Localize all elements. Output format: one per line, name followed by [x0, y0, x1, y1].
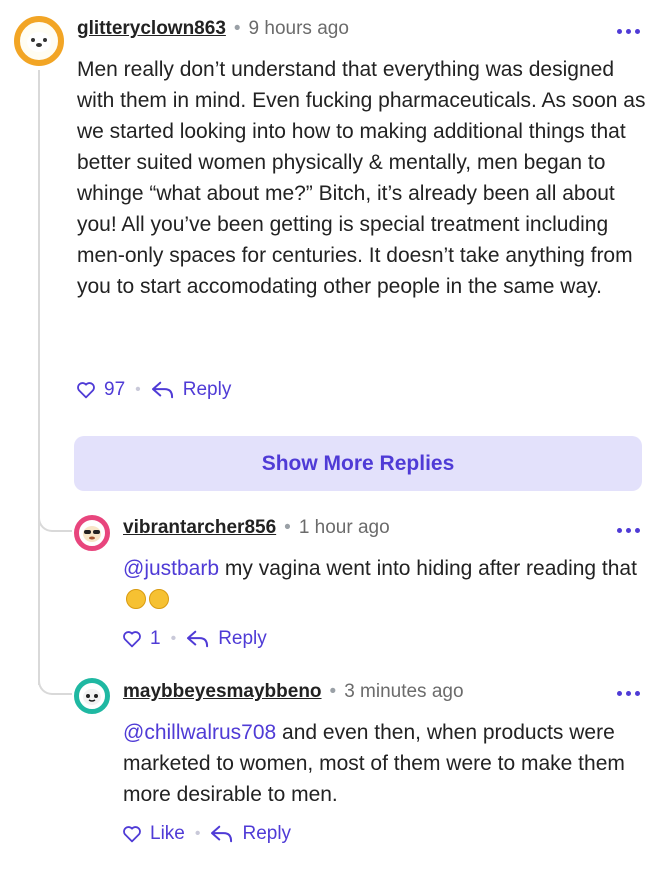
timestamp: 9 hours ago	[248, 18, 349, 39]
avatar[interactable]	[74, 515, 110, 551]
heart-outline-icon[interactable]	[122, 825, 142, 843]
reply-header: vibrantarcher856 • 1 hour ago	[123, 514, 390, 542]
mention-link[interactable]: @chillwalrus708	[123, 721, 276, 744]
mention-link[interactable]: @justbarb	[123, 557, 219, 580]
reply-arrow-icon[interactable]	[186, 629, 210, 649]
username-link[interactable]: glitteryclown863	[77, 18, 226, 40]
heart-outline-icon[interactable]	[76, 381, 96, 399]
action-separator: •	[194, 825, 201, 842]
avatar-face-icon	[27, 32, 51, 52]
reply-body: my vagina went into hiding after reading…	[219, 557, 637, 580]
reply-text: @justbarb my vagina went into hiding aft…	[123, 553, 643, 615]
action-separator: •	[135, 381, 141, 398]
rofl-emoji-icon	[126, 589, 146, 609]
reply-button[interactable]: Reply	[218, 628, 267, 650]
comment-text: Men really don’t understand that everyth…	[77, 58, 646, 298]
username-link[interactable]: maybbeyesmaybbeno	[123, 681, 322, 703]
thread-connector	[38, 671, 72, 695]
more-dots-icon[interactable]	[617, 29, 640, 34]
like-count[interactable]: 1	[150, 628, 161, 650]
reply-header: maybbeyesmaybbeno • 3 minutes ago	[123, 678, 464, 706]
reply-actions: Like • Reply	[122, 821, 291, 847]
reply-arrow-icon[interactable]	[151, 380, 175, 400]
avatar-face-icon	[83, 689, 101, 705]
show-more-replies-button[interactable]: Show More Replies	[74, 436, 642, 491]
meta-separator: •	[233, 18, 241, 39]
meta-separator: •	[284, 517, 291, 538]
reply-arrow-icon[interactable]	[210, 824, 234, 844]
comment-header: glitteryclown863 • 9 hours ago	[77, 15, 349, 43]
reply-actions: 1 • Reply	[122, 626, 267, 652]
timestamp: 1 hour ago	[298, 517, 390, 538]
avatar[interactable]	[74, 678, 110, 714]
username-link[interactable]: vibrantarcher856	[123, 517, 276, 539]
like-button[interactable]: Like	[150, 823, 185, 845]
reply-button[interactable]: Reply	[242, 823, 291, 845]
comment-actions: 97 • Reply	[76, 377, 231, 403]
meta-separator: •	[329, 681, 337, 702]
thread-connector	[38, 508, 72, 532]
avatar-face-icon	[83, 526, 101, 542]
grimace-emoji-icon	[149, 589, 169, 609]
reply-text: @chillwalrus708 and even then, when prod…	[123, 717, 643, 810]
more-dots-icon[interactable]	[617, 691, 640, 696]
timestamp: 3 minutes ago	[344, 681, 464, 702]
thread-line	[38, 70, 40, 685]
avatar[interactable]	[14, 16, 64, 66]
heart-outline-icon[interactable]	[122, 630, 142, 648]
more-dots-icon[interactable]	[617, 528, 640, 533]
like-count[interactable]: 97	[104, 379, 125, 401]
reply-button[interactable]: Reply	[183, 379, 232, 401]
action-separator: •	[170, 630, 177, 647]
